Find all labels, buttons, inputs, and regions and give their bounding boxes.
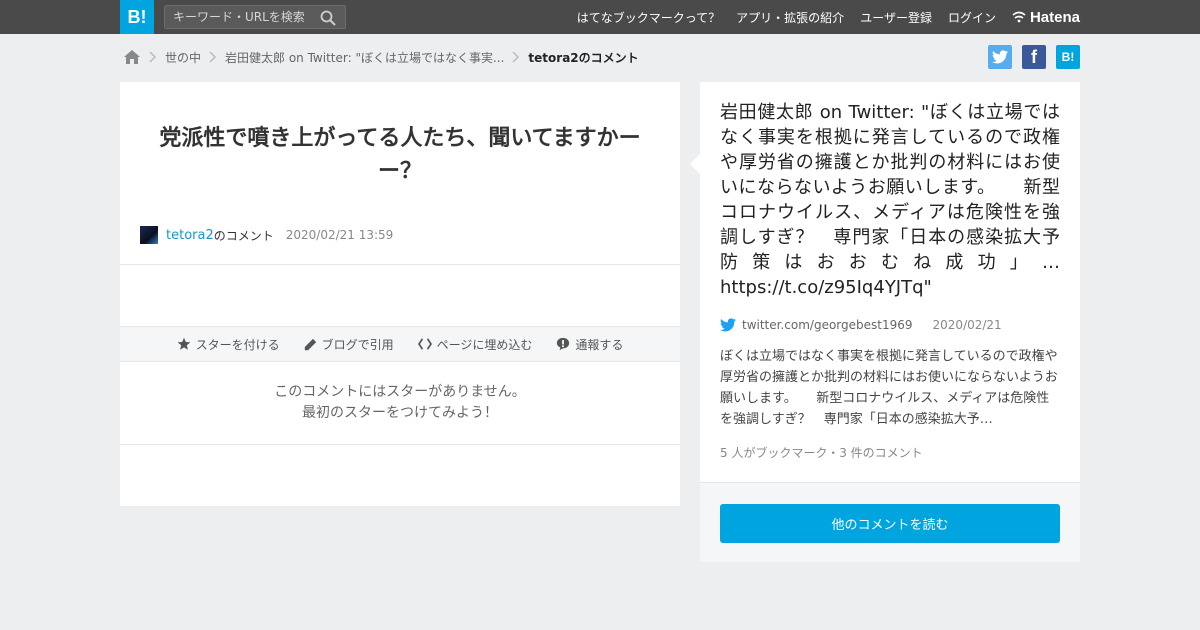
breadcrumb-entry[interactable]: 岩田健太郎 on Twitter: "ぼくは立場ではなく事実... (225, 49, 504, 66)
speech-pointer (690, 154, 700, 174)
comment-actions: スターを付ける ブログで引用 ページに埋め込む 通報する (120, 326, 680, 362)
facebook-icon: f (1031, 47, 1037, 67)
embed-label: ページに埋め込む (436, 337, 533, 352)
entry-bookmark-counts[interactable]: 5 人がブックマーク・3 件のコメント (720, 444, 923, 461)
comment-card: 党派性で噴き上がってる人たち、聞いてますかーー？ tetora2 のコメント 2… (120, 82, 680, 506)
hatena-brand-link[interactable]: Hatena (1012, 9, 1080, 26)
read-other-comments-button[interactable]: 他のコメントを読む (720, 504, 1060, 543)
chevron-right-icon (149, 51, 157, 63)
comment-username[interactable]: tetora2 (166, 228, 214, 243)
divider (120, 326, 680, 327)
share-buttons: f B! (978, 45, 1080, 69)
search-input[interactable] (165, 6, 315, 28)
add-star-button[interactable]: スターを付ける (177, 336, 280, 353)
entry-excerpt: ぼくは立場ではなく事実を根拠に発言しているので政権や厚労省の擁護とか批判の材料に… (720, 349, 1058, 427)
breadcrumb: 世の中 岩田健太郎 on Twitter: "ぼくは立場ではなく事実... te… (123, 47, 639, 67)
comment-meta: tetora2 のコメント 2020/02/21 13:59 (140, 226, 393, 244)
header-nav: はてなブックマークって？ アプリ・拡張の紹介 ユーザー登録 ログイン Haten… (561, 0, 1080, 34)
no-star-line-2: 最初のスターをつけてみよう！ (302, 405, 498, 421)
divider (120, 444, 680, 445)
hatena-bookmark-icon: B! (1061, 50, 1075, 64)
avatar[interactable] (140, 226, 158, 244)
chevron-right-icon (209, 51, 217, 63)
entry-title[interactable]: 岩田健太郎 on Twitter: "ぼくは立場ではなく事実を根拠に発言している… (720, 100, 1060, 300)
comment-username-suffix: のコメント (213, 228, 274, 243)
divider (120, 361, 680, 362)
search-box (164, 5, 346, 29)
entry-source-domain[interactable]: twitter.com/georgebest1969 (742, 318, 913, 332)
nav-apps[interactable]: アプリ・拡張の紹介 (736, 9, 844, 26)
report-label: 通報する (575, 337, 624, 352)
report-icon (557, 337, 570, 351)
entry-panel-footer: 他のコメントを読む (700, 482, 1080, 562)
divider (120, 264, 680, 265)
pencil-icon (304, 338, 316, 350)
search-icon[interactable] (320, 10, 336, 26)
nav-register[interactable]: ユーザー登録 (860, 9, 932, 26)
twitter-icon (720, 318, 736, 332)
entry-source: twitter.com/georgebest1969 2020/02/21 (720, 316, 1002, 334)
hatena-brand-text: Hatena (1029, 8, 1080, 26)
comment-text: 党派性で噴き上がってる人たち、聞いてますかーー？ (159, 126, 641, 184)
star-icon (177, 337, 190, 350)
report-button[interactable]: 通報する (556, 336, 623, 353)
nav-login[interactable]: ログイン (948, 9, 996, 26)
facebook-share-button[interactable]: f (1022, 45, 1046, 69)
top-bar: B! はてなブックマークって？ アプリ・拡張の紹介 ユーザー登録 ログイン Ha… (0, 0, 1200, 34)
hatena-bookmark-logo[interactable]: B! (120, 0, 154, 34)
breadcrumb-current: tetora2のコメント (528, 50, 639, 65)
twitter-share-button[interactable] (988, 45, 1012, 69)
hatena-logo-icon (1012, 11, 1026, 23)
comment-date[interactable]: 2020/02/21 13:59 (286, 228, 394, 242)
blog-quote-button[interactable]: ブログで引用 (304, 336, 394, 353)
twitter-icon (992, 50, 1008, 64)
hatena-bookmark-share-button[interactable]: B! (1056, 45, 1080, 69)
chevron-right-icon (512, 51, 520, 63)
entry-panel: 岩田健太郎 on Twitter: "ぼくは立場ではなく事実を根拠に発言している… (690, 82, 1080, 482)
entry-date: 2020/02/21 (932, 318, 1002, 332)
add-star-label: スターを付ける (195, 337, 280, 352)
breadcrumb-category[interactable]: 世の中 (165, 49, 201, 66)
nav-about[interactable]: はてなブックマークって？ (577, 9, 720, 26)
home-icon[interactable] (123, 49, 141, 65)
no-star-message: このコメントにはスターがありません。 最初のスターをつけてみよう！ (120, 382, 680, 424)
embed-button[interactable]: ページに埋め込む (417, 336, 533, 353)
code-icon (417, 338, 432, 350)
blog-quote-label: ブログで引用 (321, 337, 394, 352)
no-star-line-1: このコメントにはスターがありません。 (274, 384, 526, 400)
